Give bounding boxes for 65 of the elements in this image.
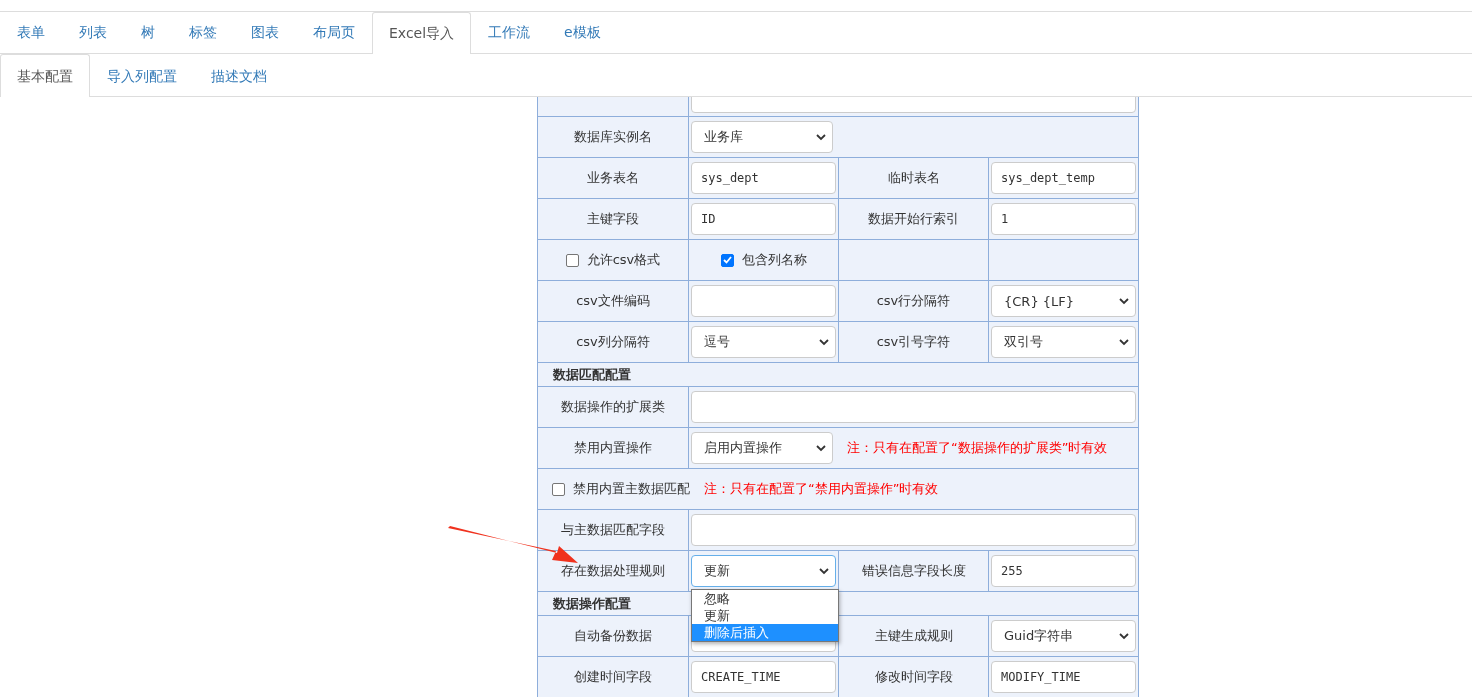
- checkbox[interactable]: [552, 482, 565, 496]
- text-field[interactable]: 1: [991, 203, 1136, 235]
- tab[interactable]: 表单: [0, 12, 62, 53]
- text-field[interactable]: sys_dept_temp: [991, 162, 1136, 194]
- field-label: 数据操作的扩展类: [538, 387, 689, 428]
- tab[interactable]: 基本配置: [0, 54, 90, 97]
- text-field[interactable]: MODIFY_TIME: [991, 661, 1136, 693]
- dropdown-select[interactable]: 双引号: [991, 326, 1136, 358]
- note-text: 注：只有在配置了“禁用内置操作”时有效: [704, 480, 939, 498]
- tab[interactable]: 标签: [172, 12, 234, 53]
- field-label: 存在数据处理规则: [538, 551, 689, 592]
- caret-icon: [816, 133, 826, 141]
- text-field[interactable]: [691, 391, 1136, 423]
- dropdown-select[interactable]: 启用内置操作: [691, 432, 833, 464]
- caret-icon: [1119, 632, 1129, 640]
- dropdown-select[interactable]: 业务库: [691, 121, 833, 153]
- caret-icon: [819, 338, 829, 346]
- field-label: 主键字段: [538, 199, 689, 240]
- field-label: 与主数据匹配字段: [538, 510, 689, 551]
- dropdown-select[interactable]: 逗号: [691, 326, 836, 358]
- dropdown-select[interactable]: 更新: [691, 555, 836, 587]
- field-label: csv文件编码: [538, 281, 689, 322]
- dropdown-select[interactable]: Guid字符串: [991, 620, 1136, 652]
- tab[interactable]: 导入列配置: [90, 54, 194, 96]
- dropdown-option[interactable]: 忽略: [692, 590, 838, 607]
- checkbox[interactable]: [720, 253, 734, 267]
- text-field[interactable]: [691, 97, 1136, 113]
- section-heading: 数据匹配配置: [538, 363, 1139, 387]
- dropdown-select[interactable]: {CR} {LF}: [991, 285, 1136, 317]
- field-label: 业务表名: [538, 158, 689, 199]
- tab[interactable]: 布局页: [296, 12, 372, 53]
- field-label: 自动备份数据: [538, 616, 689, 657]
- caret-icon: [1119, 297, 1129, 305]
- checkbox-label: 允许csv格式: [586, 251, 661, 269]
- caret-icon: [1119, 338, 1129, 346]
- tab[interactable]: 图表: [234, 12, 296, 53]
- tab[interactable]: 树: [124, 12, 172, 53]
- field-label: 主键生成规则: [839, 616, 989, 657]
- note-text: 注：只有在配置了“数据操作的扩展类”时有效: [847, 439, 1108, 457]
- text-field[interactable]: [691, 285, 836, 317]
- text-field[interactable]: 255: [991, 555, 1136, 587]
- text-field[interactable]: ID: [691, 203, 836, 235]
- tab[interactable]: e模板: [547, 12, 618, 53]
- field-label: 错误信息字段长度: [839, 551, 989, 592]
- caret-icon: [816, 444, 826, 452]
- field-label: 修改时间字段: [839, 657, 989, 697]
- field-label: 禁用内置操作: [538, 428, 689, 469]
- checkbox-label: 包含列名称: [741, 251, 807, 269]
- tab[interactable]: 描述文档: [194, 54, 284, 96]
- field-label: 数据库实例名: [538, 117, 689, 158]
- field-label: 创建时间字段: [538, 657, 689, 697]
- checkbox[interactable]: [565, 253, 579, 267]
- caret-icon: [819, 567, 829, 575]
- text-field[interactable]: [691, 514, 1136, 546]
- tab[interactable]: 工作流: [471, 12, 548, 53]
- text-field[interactable]: CREATE_TIME: [691, 661, 836, 693]
- text-field[interactable]: sys_dept: [691, 162, 836, 194]
- field-label: csv引号字符: [839, 322, 989, 363]
- tab[interactable]: Excel导入: [372, 12, 472, 54]
- field-label: csv列分隔符: [538, 322, 689, 363]
- checkbox-label: 禁用内置主数据匹配: [573, 480, 690, 498]
- field-label: 临时表名: [839, 158, 989, 199]
- field-label: 数据开始行索引: [839, 199, 989, 240]
- tab[interactable]: 列表: [62, 12, 124, 53]
- field-label: csv行分隔符: [839, 281, 989, 322]
